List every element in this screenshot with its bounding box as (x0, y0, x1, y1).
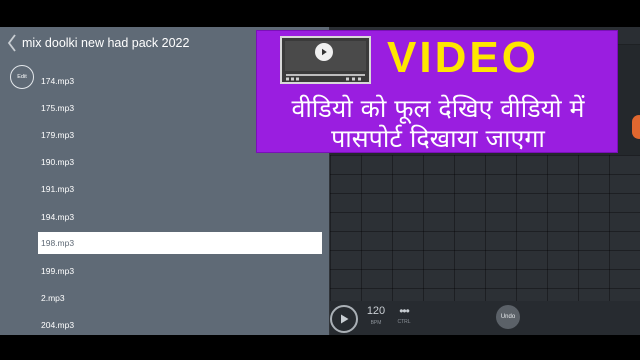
ctrl-label: CTRL (397, 319, 411, 325)
bpm-label: BPM (370, 320, 382, 326)
file-row[interactable]: 199.mp3 (38, 257, 322, 284)
file-row[interactable]: 204.mp3 (38, 312, 322, 336)
file-name: 2.mp3 (41, 292, 65, 303)
file-name: 175.mp3 (41, 102, 75, 113)
banner-headline: VIDEO (387, 33, 539, 82)
ctrl-button[interactable]: ••• CTRL (394, 305, 414, 325)
file-name: 199.mp3 (41, 265, 75, 276)
play-button[interactable] (330, 305, 358, 333)
play-icon (341, 314, 349, 324)
side-handle[interactable] (632, 115, 640, 139)
file-name: 198.mp3 (41, 238, 75, 249)
file-name: 179.mp3 (41, 129, 75, 140)
folder-title: mix doolki new had pack 2022 (22, 36, 190, 50)
app-window: 120 BPM ••• CTRL Undo mix doolki new had… (0, 27, 640, 335)
chevron-left-icon[interactable] (6, 33, 18, 53)
edit-button[interactable]: Edit (10, 65, 34, 89)
banner-text-line2: पासपोर्ट दिखाया जाएगा (331, 124, 545, 153)
thumbnail-progress-bar (286, 74, 365, 76)
promo-banner: VIDEO वीडियो को फूल देखिए वीडियो में पास… (256, 30, 618, 153)
file-name: 190.mp3 (41, 157, 75, 168)
thumbnail-play-icon (315, 43, 333, 61)
file-row[interactable]: 191.mp3 (38, 176, 322, 203)
file-row-selected[interactable]: 198.mp3 (38, 232, 322, 255)
tempo-display[interactable]: 120 BPM (364, 305, 388, 326)
transport-bar: 120 BPM ••• CTRL Undo (330, 301, 640, 335)
file-row[interactable]: 2.mp3 (38, 284, 322, 311)
file-name: 204.mp3 (41, 320, 75, 331)
file-row[interactable]: 194.mp3 (38, 203, 322, 230)
pattern-grid[interactable] (330, 155, 640, 307)
bpm-value: 120 (366, 305, 386, 317)
more-dots-icon: ••• (399, 304, 410, 318)
video-player-icon (280, 36, 371, 84)
undo-button[interactable]: Undo (496, 305, 520, 329)
banner-text-line1: वीडियो को फूल देखिए वीडियो में (291, 94, 585, 123)
file-name: 174.mp3 (41, 75, 75, 86)
thumbnail-controls (286, 77, 361, 81)
file-name: 194.mp3 (41, 211, 75, 222)
file-name: 191.mp3 (41, 184, 75, 195)
